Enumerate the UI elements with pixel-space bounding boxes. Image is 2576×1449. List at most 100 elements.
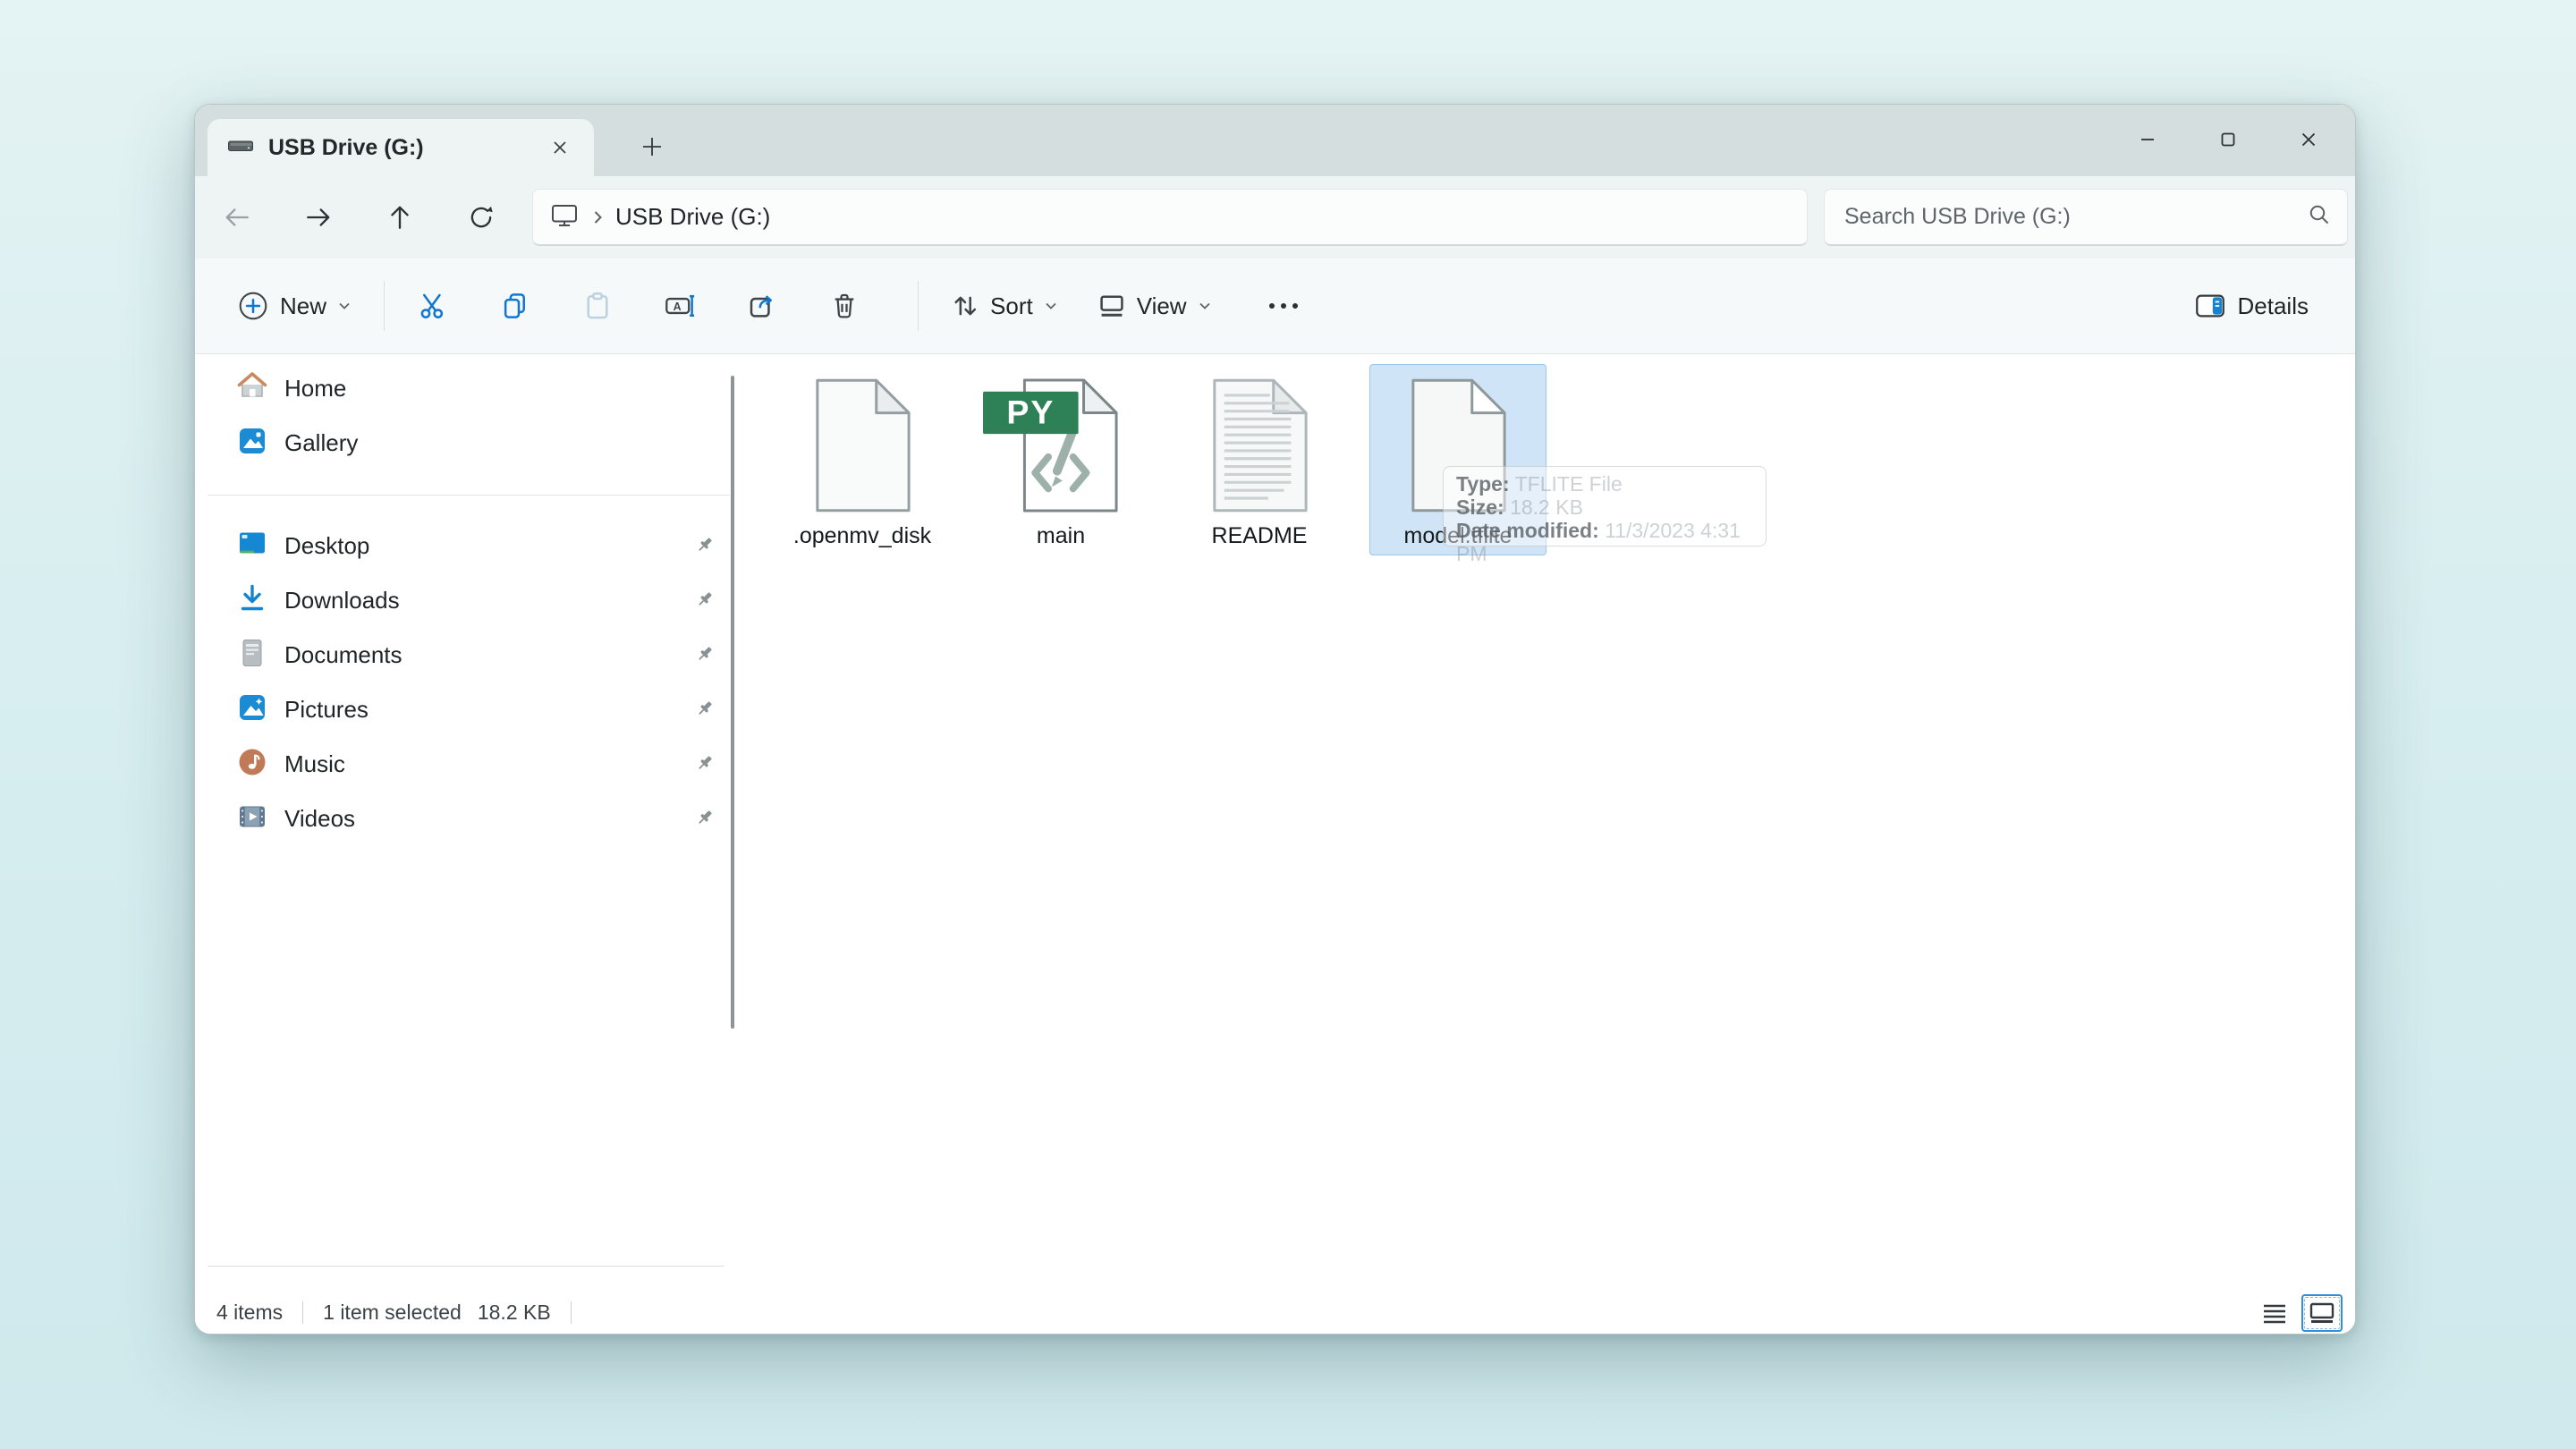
- maximize-button[interactable]: [2190, 114, 2266, 165]
- file-tile-readme[interactable]: README: [1171, 364, 1348, 555]
- breadcrumb-chevron-icon: [592, 209, 603, 225]
- pin-icon: [696, 699, 716, 719]
- back-button[interactable]: [208, 188, 267, 247]
- sidebar-item-label: Desktop: [284, 532, 680, 560]
- python-badge-label: PY: [1006, 393, 1055, 430]
- pin-icon: [696, 645, 716, 665]
- documents-icon: [236, 637, 268, 674]
- sidebar-item-gallery[interactable]: Gallery: [206, 418, 728, 468]
- forward-button[interactable]: [289, 188, 348, 247]
- blank-file-icon: [1405, 377, 1511, 513]
- toolbar-separator: [918, 281, 919, 331]
- desktop-icon: [236, 528, 268, 564]
- rename-button[interactable]: A: [651, 277, 708, 335]
- details-button[interactable]: Details: [2184, 275, 2319, 336]
- close-button[interactable]: [2271, 114, 2346, 165]
- pin-icon: [696, 590, 716, 610]
- file-name: .openmv_disk: [793, 523, 931, 549]
- view-button-label: View: [1137, 292, 1187, 320]
- home-icon: [236, 370, 268, 407]
- sidebar-item-label: Documents: [284, 641, 680, 669]
- videos-icon: [236, 801, 268, 837]
- new-button[interactable]: New: [225, 275, 364, 336]
- sidebar-item-label: Pictures: [284, 696, 680, 724]
- sidebar-item-videos[interactable]: Videos: [206, 793, 728, 843]
- sort-button-label: Sort: [990, 292, 1033, 320]
- music-icon: [236, 746, 268, 783]
- breadcrumb: USB Drive (G:): [615, 203, 770, 231]
- large-icons-view-toggle[interactable]: [2301, 1294, 2343, 1332]
- sidebar-item-label: Gallery: [284, 429, 716, 457]
- sidebar-item-music[interactable]: Music: [206, 739, 728, 789]
- window-controls: [2110, 114, 2346, 165]
- ellipsis-icon: [1269, 303, 1298, 309]
- file-tile-main-py[interactable]: PY main: [972, 364, 1149, 555]
- up-button[interactable]: [370, 188, 429, 247]
- toolbar-separator: [384, 281, 385, 331]
- details-button-label: Details: [2238, 292, 2309, 320]
- sidebar-item-pictures[interactable]: Pictures: [206, 684, 728, 734]
- pictures-icon: [236, 691, 268, 728]
- selection-size: 18.2 KB: [478, 1301, 551, 1325]
- sidebar-item-home[interactable]: Home: [206, 363, 728, 413]
- sidebar-item-documents[interactable]: Documents: [206, 630, 728, 680]
- chevron-down-icon: [1044, 301, 1058, 311]
- drive-icon: [227, 137, 254, 159]
- file-grid: .openmv_disk PY: [774, 364, 1546, 555]
- more-options-button[interactable]: [1255, 277, 1312, 335]
- chevron-down-icon: [337, 301, 352, 311]
- pin-icon: [696, 809, 716, 828]
- sidebar-item-label: Home: [284, 375, 716, 402]
- new-tab-button[interactable]: [630, 124, 674, 169]
- pin-icon: [696, 536, 716, 555]
- file-name: README: [1212, 523, 1308, 549]
- sidebar-item-label: Videos: [284, 805, 680, 833]
- command-toolbar: New A Sort: [195, 258, 2355, 354]
- file-name: model.tflite: [1404, 523, 1513, 549]
- search-box: [1824, 189, 2348, 246]
- file-list-pane: .openmv_disk PY: [750, 354, 2355, 1293]
- address-bar[interactable]: USB Drive (G:): [532, 189, 1808, 246]
- search-icon: [2308, 203, 2331, 231]
- window-body: Home Gallery Desktop: [195, 354, 2355, 1293]
- sidebar-item-downloads[interactable]: Downloads: [206, 575, 728, 625]
- tab-close-icon[interactable]: [542, 130, 578, 165]
- view-toggles: [2257, 1294, 2343, 1332]
- selection-count: 1 item selected: [323, 1301, 462, 1325]
- details-pane-icon: [2195, 292, 2225, 319]
- tab-title: USB Drive (G:): [268, 135, 542, 161]
- navigation-pane: Home Gallery Desktop: [195, 354, 750, 1293]
- tab-strip: USB Drive (G:): [195, 105, 2355, 176]
- paste-button[interactable]: [569, 277, 626, 335]
- sort-button[interactable]: Sort: [938, 275, 1071, 336]
- chevron-down-icon: [1198, 301, 1212, 311]
- sidebar-divider: [208, 495, 730, 496]
- file-tile-openmv-disk[interactable]: .openmv_disk: [774, 364, 951, 555]
- tab-usb-drive[interactable]: USB Drive (G:): [208, 119, 594, 176]
- text-file-icon: [1207, 377, 1312, 513]
- search-input[interactable]: [1844, 204, 2308, 230]
- sidebar-item-desktop[interactable]: Desktop: [206, 521, 728, 571]
- delete-button[interactable]: [816, 277, 873, 335]
- refresh-button[interactable]: [452, 188, 511, 247]
- sidebar-scrollbar[interactable]: [731, 376, 734, 1029]
- share-button[interactable]: [733, 277, 791, 335]
- status-separator: [571, 1301, 572, 1324]
- status-separator: [302, 1301, 303, 1324]
- sidebar-item-label: Music: [284, 750, 680, 778]
- file-tile-model-tflite[interactable]: model.tflite: [1369, 364, 1546, 555]
- view-button[interactable]: View: [1085, 275, 1224, 336]
- list-view-toggle[interactable]: [2257, 1296, 2292, 1330]
- this-pc-icon: [551, 203, 578, 232]
- cut-button[interactable]: [404, 277, 462, 335]
- copy-button[interactable]: [487, 277, 544, 335]
- gallery-icon: [236, 425, 268, 462]
- item-count: 4 items: [216, 1301, 283, 1325]
- sidebar-item-label: Downloads: [284, 587, 680, 614]
- file-name: main: [1037, 523, 1085, 549]
- downloads-icon: [236, 582, 268, 619]
- python-file-icon: PY: [981, 377, 1123, 513]
- file-explorer-window: USB Drive (G:): [194, 104, 2356, 1335]
- minimize-button[interactable]: [2110, 114, 2185, 165]
- svg-text:A: A: [674, 301, 682, 313]
